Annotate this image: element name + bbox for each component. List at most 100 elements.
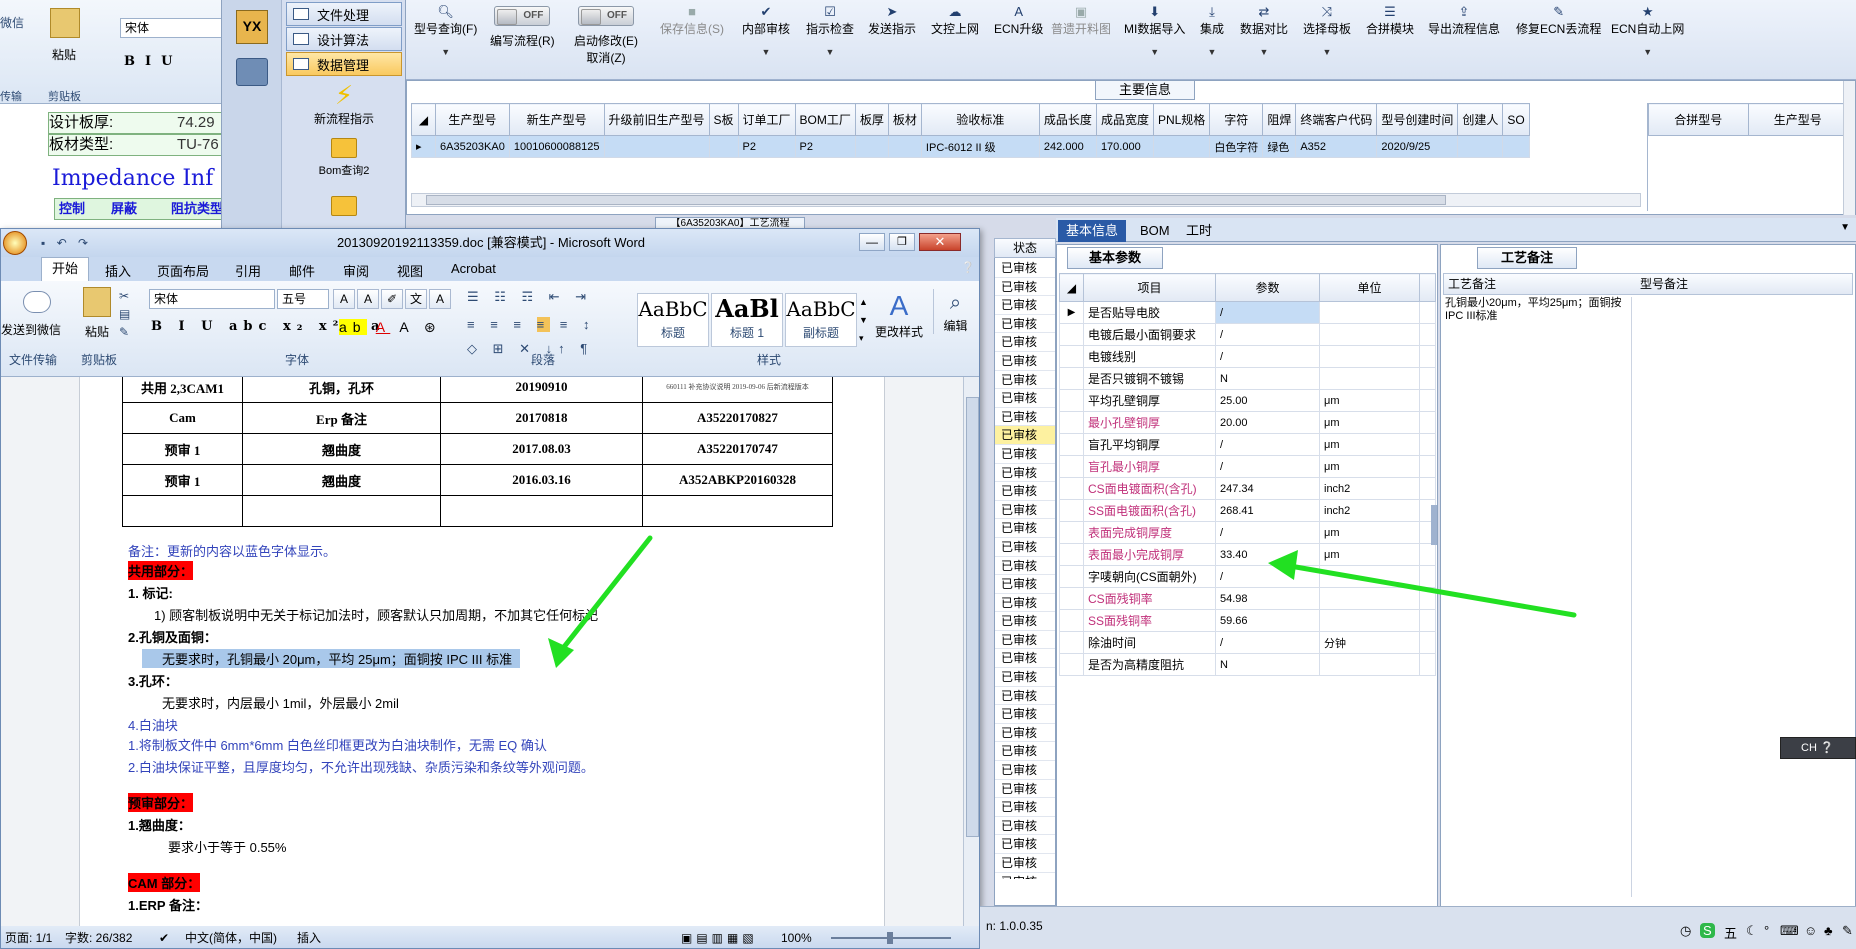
- tb-doc-online[interactable]: ☁ 文控上网: [931, 4, 979, 37]
- highlight-color-buttons[interactable]: ab A A ⊛: [339, 319, 442, 336]
- nav-bom-query[interactable]: Bom查询2: [286, 138, 402, 178]
- doc-page[interactable]: 共用 2,3CAM1 孔铜，孔环 20190910 660111 补充协议说明 201…: [79, 377, 885, 926]
- nav-new-flow[interactable]: ⚡ 新流程指示: [286, 80, 402, 127]
- table-cell[interactable]: 170.000: [1095, 135, 1154, 158]
- table-row[interactable]: 最小孔壁铜厚 20.00 μm: [1059, 411, 1436, 434]
- status-cell[interactable]: 已审核: [995, 761, 1055, 780]
- param-item[interactable]: 除油时间: [1083, 631, 1216, 654]
- tb-export[interactable]: ⇪ 导出流程信息: [1428, 4, 1500, 37]
- param-unit[interactable]: [1319, 323, 1420, 346]
- status-cell[interactable]: 已审核: [995, 724, 1055, 743]
- status-cell[interactable]: 已审核: [995, 333, 1055, 352]
- table-row[interactable]: 盲孔平均铜厚 / μm: [1059, 433, 1436, 456]
- status-cell[interactable]: 已审核: [995, 854, 1055, 873]
- table-row[interactable]: ▶ 是否贴导电胶 /: [1059, 301, 1436, 324]
- col-header[interactable]: S板: [708, 103, 739, 136]
- notes-scrollbar[interactable]: [1631, 297, 1639, 897]
- param-item[interactable]: CS面电镀面积(含孔): [1083, 477, 1216, 500]
- table-cell[interactable]: IPC-6012 II 级: [920, 135, 1040, 158]
- param-item[interactable]: 电镀线别: [1083, 345, 1216, 368]
- status-cell[interactable]: 已审核: [995, 408, 1055, 427]
- table-cell[interactable]: [708, 135, 739, 158]
- status-cell[interactable]: 已审核: [995, 780, 1055, 799]
- col-header[interactable]: 单位: [1319, 273, 1420, 302]
- close-button[interactable]: ✕: [919, 233, 961, 251]
- param-value[interactable]: /: [1215, 565, 1320, 588]
- view-buttons[interactable]: ▣▤▥▦▧: [681, 926, 758, 948]
- tray-icons[interactable]: ◷ S 五 ☾ ° ⌨ ☺ ♣ ✎: [1680, 915, 1856, 943]
- status-page[interactable]: 页面: 1/1: [5, 926, 52, 948]
- table-row[interactable]: 电镀后最小面铜要求 /: [1059, 323, 1436, 346]
- status-cell[interactable]: 已审核: [995, 259, 1055, 278]
- tab-home[interactable]: 开始: [41, 257, 90, 281]
- param-unit[interactable]: [1319, 609, 1420, 632]
- tb-instruction-check[interactable]: ☑ 指示检查 ▼: [806, 4, 854, 57]
- param-unit[interactable]: μm: [1319, 433, 1420, 456]
- start-edit-toggle[interactable]: OFF: [578, 6, 634, 26]
- style-title[interactable]: AaBbC 标题: [637, 293, 709, 347]
- status-cell[interactable]: 已审核: [995, 445, 1055, 464]
- table-cell[interactable]: 2020/9/25: [1376, 135, 1459, 158]
- tb-select-board[interactable]: ⤨ 选择母板 ▼: [1303, 4, 1351, 57]
- status-cell[interactable]: 已审核: [995, 575, 1055, 594]
- doc-vertical-scrollbar[interactable]: [963, 377, 979, 926]
- status-cell[interactable]: 已审核: [995, 668, 1055, 687]
- tb-ecn-auto[interactable]: ★ ECN自动上网 ▼: [1611, 4, 1684, 57]
- table-cell[interactable]: A352: [1295, 135, 1378, 158]
- col-header[interactable]: 项目: [1083, 273, 1216, 302]
- style-scroll[interactable]: ▲ ▼ ▾: [859, 293, 869, 347]
- shirt-icon[interactable]: ♣: [1824, 923, 1833, 938]
- notes-title[interactable]: 工艺备注: [1477, 247, 1577, 269]
- col-header[interactable]: BOM工厂: [794, 103, 856, 136]
- param-unit[interactable]: μm: [1319, 521, 1420, 544]
- align-buttons[interactable]: ≡ ≡ ≡ ≡ ≡ ↕: [467, 317, 631, 332]
- minimize-button[interactable]: —: [859, 233, 885, 251]
- param-item[interactable]: 是否只镀铜不镀锡: [1083, 367, 1216, 390]
- table-row[interactable]: 盲孔最小铜厚 / μm: [1059, 455, 1436, 478]
- ime-bar[interactable]: CH ❔: [1780, 737, 1856, 759]
- param-item[interactable]: 最小孔壁铜厚: [1083, 411, 1216, 434]
- spellcheck-icon[interactable]: ✔: [159, 926, 169, 948]
- table-row[interactable]: SS面电镀面积(含孔) 268.41 inch2: [1059, 499, 1436, 522]
- param-item[interactable]: 表面完成铜厚度: [1083, 521, 1216, 544]
- table-row[interactable]: SS面残铜率 59.66: [1059, 609, 1436, 632]
- col-header[interactable]: 字符: [1209, 103, 1264, 136]
- clipboard-small-icons[interactable]: ✂ ▤ ✎: [119, 287, 130, 341]
- table-row[interactable]: 除油时间 / 分钟: [1059, 631, 1436, 654]
- status-cell[interactable]: 已审核: [995, 371, 1055, 390]
- status-cell[interactable]: 已审核: [995, 705, 1055, 724]
- param-value[interactable]: 247.34: [1215, 477, 1320, 500]
- send-wechat-label[interactable]: 发送到微信: [1, 321, 61, 338]
- status-cell[interactable]: 已审核: [995, 557, 1055, 576]
- status-cell[interactable]: 已审核: [995, 594, 1055, 613]
- tb-send[interactable]: ➤ 发送指示: [868, 4, 916, 37]
- table-row[interactable]: 表面最小完成铜厚 33.40 μm: [1059, 543, 1436, 566]
- table-row[interactable]: 字唛朝向(CS面朝外) /: [1059, 565, 1436, 588]
- param-item[interactable]: 表面最小完成铜厚: [1083, 543, 1216, 566]
- tab-view[interactable]: 视图: [397, 261, 423, 280]
- status-cell[interactable]: 已审核: [995, 873, 1055, 879]
- ime-mode[interactable]: 五: [1724, 923, 1737, 942]
- paste-icon[interactable]: [50, 8, 80, 38]
- status-cell[interactable]: 已审核: [995, 798, 1055, 817]
- col-header[interactable]: 成品长度: [1038, 103, 1097, 136]
- char-border-button[interactable]: A: [429, 289, 451, 309]
- status-mode[interactable]: 插入: [297, 926, 321, 948]
- status-cell[interactable]: 已审核: [995, 389, 1055, 408]
- keyboard-icon[interactable]: ⌨: [1780, 923, 1799, 939]
- bg-format-buttons[interactable]: BIU: [124, 54, 182, 69]
- table-row[interactable]: 是否只镀铜不镀锡 N: [1059, 367, 1436, 390]
- param-value[interactable]: /: [1215, 301, 1320, 324]
- param-value[interactable]: 268.41: [1215, 499, 1320, 522]
- col-header[interactable]: 合拼型号: [1648, 103, 1749, 136]
- chevron-down-icon[interactable]: ▼: [1840, 222, 1850, 233]
- tab-layout[interactable]: 页面布局: [157, 261, 209, 280]
- zoom-level[interactable]: 100%: [781, 926, 812, 948]
- help-icon[interactable]: ❔: [961, 261, 975, 274]
- status-cell[interactable]: 已审核: [995, 464, 1055, 483]
- param-unit[interactable]: [1319, 345, 1420, 368]
- status-cell[interactable]: 已审核: [995, 687, 1055, 706]
- font-size-select[interactable]: 五号: [277, 289, 329, 309]
- shrink-font-button[interactable]: A: [357, 289, 379, 309]
- table-cell[interactable]: P2: [737, 135, 796, 158]
